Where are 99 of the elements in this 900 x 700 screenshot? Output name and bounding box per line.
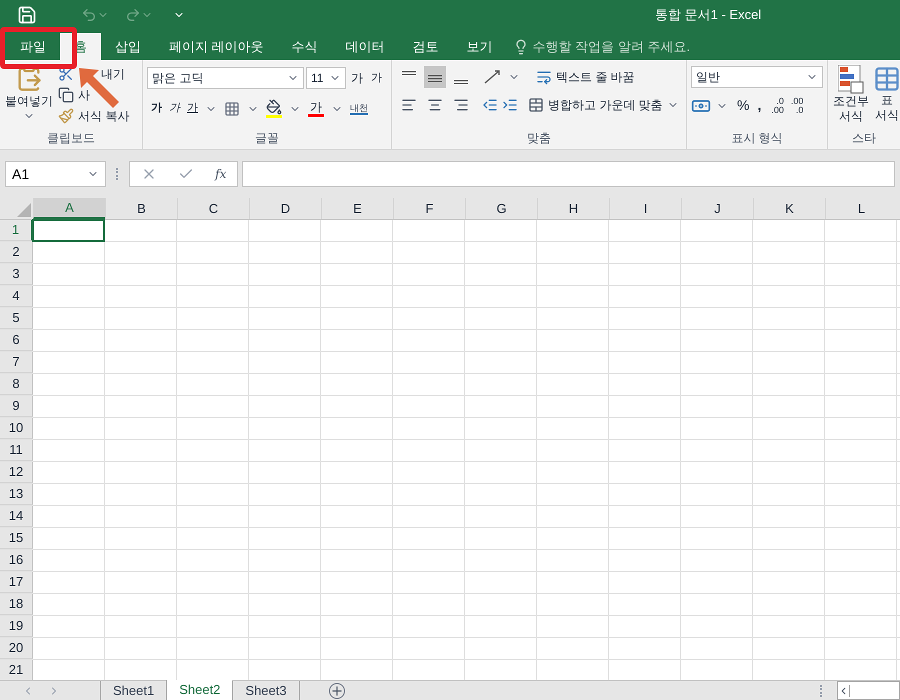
cut-button[interactable]: 내기 [58,65,130,83]
window-title: 통합 문서1 - Excel [655,6,762,24]
table-format-button[interactable]: 표 서식 [874,65,900,124]
vertical-align-button[interactable] [424,66,446,88]
row-header[interactable]: 12 [0,462,33,483]
conditional-format-button[interactable]: 조건부 서식 [832,65,870,124]
row-header[interactable]: 11 [0,440,33,461]
number-format-dropdown[interactable]: 일반 [691,66,823,88]
font-size-dropdown[interactable]: 11 [306,67,346,89]
group-label: 맞춤 [526,130,552,147]
active-cell[interactable] [32,219,105,242]
table-icon [873,65,900,93]
row-header[interactable]: 5 [0,308,33,329]
merge-center-button[interactable]: 병합하고 가운데 맞춤 [528,96,679,114]
paintbrush-icon [58,108,74,124]
ribbon-tab[interactable]: 삽입 [101,33,155,60]
copy-button[interactable]: 사 [58,86,130,104]
add-sheet-icon[interactable] [328,682,345,698]
indent-increase-icon[interactable] [502,97,518,113]
align-icon [401,97,417,113]
paint-bucket-icon [266,99,282,115]
row-header[interactable]: 20 [0,638,33,659]
ribbon-tab[interactable]: 보기 [452,33,507,60]
row-header[interactable]: 13 [0,484,33,505]
shrink-font-button[interactable]: 가 [368,70,385,86]
bold-button[interactable]: 가 [151,100,162,117]
row-header[interactable]: 17 [0,572,33,593]
ribbon-tab[interactable]: 검토 [398,33,453,60]
name-box[interactable]: A1 [5,161,106,187]
group-label: 표시 형식 [730,130,784,147]
row-header[interactable]: 15 [0,528,33,549]
column-header[interactable]: H [537,198,609,219]
ribbon-tab[interactable]: 페이지 레이아웃 [155,33,278,60]
row-header[interactable]: 1 [0,220,33,241]
column-header[interactable]: L [825,198,897,219]
sheet-tab[interactable]: Sheet3 [232,681,299,700]
italic-button[interactable]: 가 [169,100,180,117]
tell-me-field[interactable]: 수행할 작업을 알려 주세요. [532,36,733,56]
copy-icon [58,87,74,103]
ribbon-tab[interactable]: 수식 [278,33,332,60]
align-icon [427,97,443,113]
underline-button[interactable]: 가 [187,100,198,117]
percent-button[interactable]: % [737,95,750,116]
scissors-icon [58,66,74,82]
decimal-button[interactable]: .00 .0 [790,96,804,114]
phonetic-button[interactable]: 내천 [350,102,368,114]
border-icon[interactable] [224,100,240,116]
column-header[interactable]: A [33,198,105,219]
save-icon[interactable] [17,5,37,25]
row-header[interactable]: 9 [0,396,33,417]
group-label: 글꼴 [254,130,280,147]
ribbon-tab[interactable]: 데이터 [332,33,399,60]
color-bars-icon [838,65,864,94]
row-header[interactable]: 16 [0,550,33,571]
row-header[interactable]: 6 [0,330,33,351]
group-label: 스타 [851,130,877,147]
row-header[interactable]: 10 [0,418,33,439]
column-header[interactable]: F [393,198,465,219]
column-header[interactable]: J [681,198,753,219]
paste-button[interactable]: 붙여넣기 [0,64,58,129]
fill-color-button[interactable] [266,99,282,118]
column-header[interactable]: I [609,198,681,219]
font-name-dropdown[interactable]: 맑은 고딕 [147,67,304,89]
insert-function-button[interactable]: fx [215,165,226,183]
align-icon [454,80,468,84]
row-header[interactable]: 7 [0,352,33,373]
column-header[interactable]: K [753,198,825,219]
align-icon [402,70,416,75]
wrap-text-icon [536,69,552,85]
grip-icon [116,168,119,180]
formula-field[interactable] [242,161,895,187]
column-header[interactable]: E [321,198,393,219]
row-header[interactable]: 19 [0,616,33,637]
align-icon [453,97,469,113]
column-header[interactable]: D [249,198,321,219]
ribbon-tab[interactable]: 파일 [6,33,60,60]
indent-decrease-icon[interactable] [482,97,498,113]
column-header[interactable]: C [177,198,249,219]
column-header[interactable]: B [105,198,177,219]
merge-cells-icon [528,97,544,113]
row-header[interactable]: 18 [0,594,33,615]
align-icon [428,74,442,82]
row-header[interactable]: 3 [0,264,33,285]
row-header[interactable]: 8 [0,374,33,395]
row-header[interactable]: 4 [0,286,33,307]
horizontal-scrollbar[interactable] [837,681,900,700]
row-header[interactable]: 14 [0,506,33,527]
sheet-tab[interactable]: Sheet2 [166,680,232,700]
font-color-button[interactable]: 가 [308,100,324,117]
column-header[interactable]: G [465,198,537,219]
format-painter-button[interactable]: 서식 복사 [58,107,130,125]
group-label: 클립보드 [46,130,96,147]
wrap-text-button[interactable]: 텍스트 줄 바꿈 [536,68,635,86]
grow-font-button[interactable]: 가 [348,69,366,87]
row-header[interactable]: 2 [0,242,33,263]
comma-button[interactable]: , [754,95,764,116]
grip-icon [820,684,823,696]
row-header[interactable]: 21 [0,660,33,680]
decimal-button[interactable]: .0 .00 [771,96,784,114]
